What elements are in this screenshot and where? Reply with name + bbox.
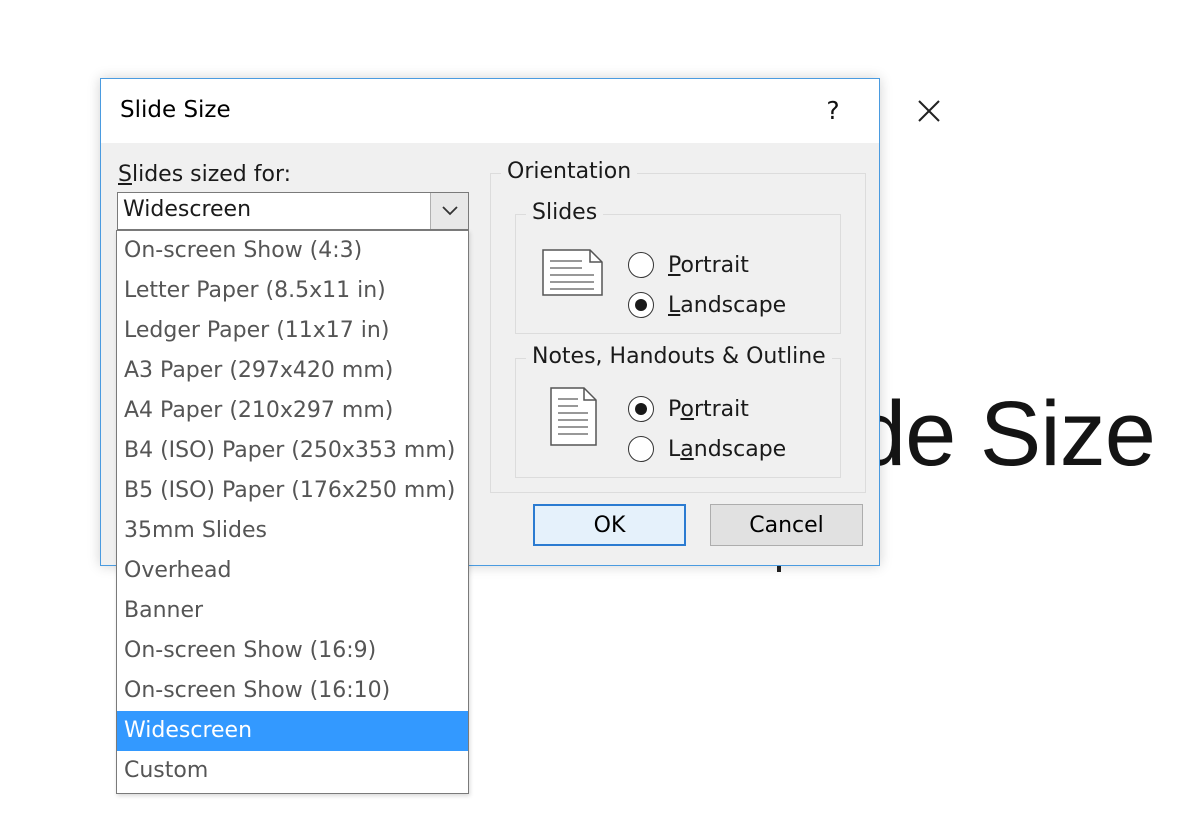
notes-landscape-radio[interactable]: Landscape [628, 433, 786, 465]
slide-size-select[interactable]: Widescreen [117, 192, 469, 230]
close-button[interactable] [906, 93, 952, 129]
slides-sized-for-label: Slides sized for: [118, 162, 292, 187]
radio-button[interactable] [628, 436, 654, 462]
notes-orientation-group: Notes, Handouts & Outline Portrait Lands… [515, 344, 841, 478]
help-button[interactable]: ? [813, 93, 853, 129]
slide-size-dropdown-list[interactable]: On-screen Show (4:3) Letter Paper (8.5x11… [116, 230, 469, 794]
dropdown-option[interactable]: A3 Paper (297x420 mm) [117, 351, 468, 391]
dropdown-option[interactable]: B4 (ISO) Paper (250x353 mm) [117, 431, 468, 471]
slides-orientation-group: Slides Portrait Landscape [515, 200, 841, 334]
notes-group-label: Notes, Handouts & Outline [526, 344, 832, 369]
radio-button-checked[interactable] [628, 396, 654, 422]
orientation-group-label: Orientation [501, 159, 638, 184]
dropdown-option[interactable]: On-screen Show (16:9) [117, 631, 468, 671]
dialog-title-bar: Slide Size ? [101, 79, 940, 143]
cancel-button[interactable]: Cancel [710, 504, 863, 546]
notes-portrait-label: Portrait [668, 396, 749, 422]
dialog-title: Slide Size [120, 97, 231, 123]
dropdown-option[interactable]: On-screen Show (16:10) [117, 671, 468, 711]
dropdown-option[interactable]: B5 (ISO) Paper (176x250 mm) [117, 471, 468, 511]
radio-button[interactable] [628, 252, 654, 278]
dropdown-option[interactable]: On-screen Show (4:3) [117, 231, 468, 271]
dropdown-option[interactable]: Overhead [117, 551, 468, 591]
dropdown-option[interactable]: Widescreen [117, 711, 468, 751]
ok-button[interactable]: OK [533, 504, 686, 546]
slides-group-label: Slides [526, 200, 604, 225]
dropdown-option[interactable]: Banner [117, 591, 468, 631]
landscape-page-icon [542, 249, 603, 296]
dropdown-option[interactable]: A4 Paper (210x297 mm) [117, 391, 468, 431]
slide-size-select-value: Widescreen [123, 197, 252, 222]
slides-portrait-radio[interactable]: Portrait [628, 249, 749, 281]
select-arrow-button[interactable] [430, 193, 468, 229]
slides-landscape-label: Landscape [668, 292, 787, 318]
notes-landscape-label: Landscape [668, 436, 787, 462]
orientation-group: Orientation Slides Portrait Landscape No… [490, 159, 866, 493]
close-icon [918, 100, 940, 122]
dropdown-option[interactable]: Ledger Paper (11x17 in) [117, 311, 468, 351]
slide-background-title: de Size [855, 383, 1156, 485]
portrait-page-icon [550, 387, 597, 446]
dropdown-option[interactable]: Letter Paper (8.5x11 in) [117, 271, 468, 311]
dropdown-option[interactable]: 35mm Slides [117, 511, 468, 551]
chevron-down-icon [442, 206, 458, 216]
notes-portrait-radio[interactable]: Portrait [628, 393, 749, 425]
slides-landscape-radio[interactable]: Landscape [628, 289, 786, 321]
dropdown-option[interactable]: Custom [117, 751, 468, 791]
radio-button-checked[interactable] [628, 292, 654, 318]
slides-portrait-label: Portrait [668, 252, 749, 278]
